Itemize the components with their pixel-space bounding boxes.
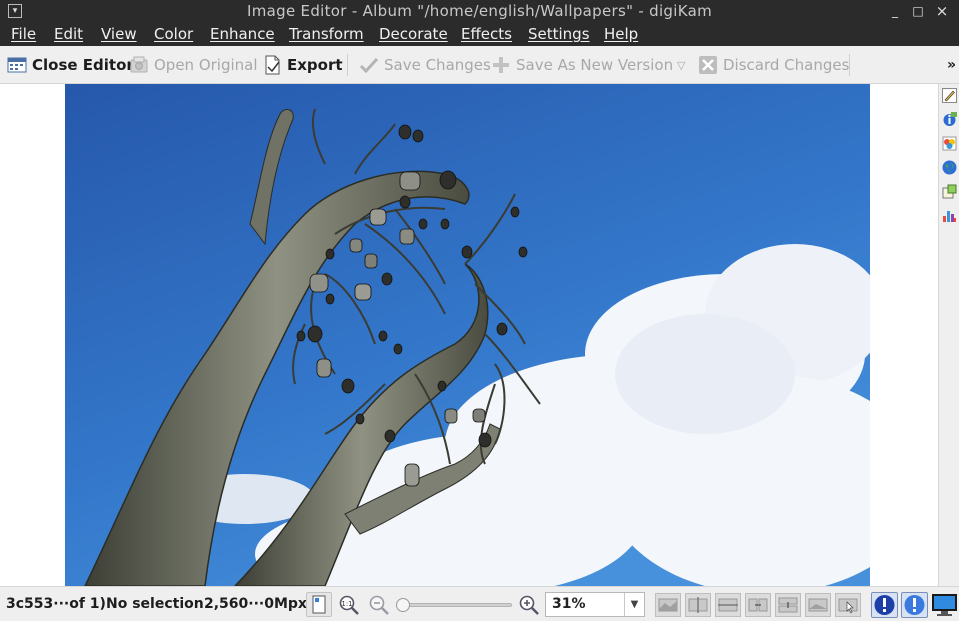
discard-icon <box>698 55 718 75</box>
status-filename: 3c553···of 1) <box>6 596 106 612</box>
menu-decorate[interactable]: Decorate <box>379 25 448 43</box>
save-as-dropdown-arrow[interactable]: ▽ <box>677 46 685 84</box>
menu-bar: File Edit View Color Enhance Transform D… <box>0 22 959 46</box>
menu-help[interactable]: Help <box>604 25 638 43</box>
metadata-icon[interactable] <box>942 112 957 127</box>
discard-changes-button[interactable]: Discard Changes <box>698 46 849 84</box>
save-changes-label: Save Changes <box>384 56 491 74</box>
menu-effects[interactable]: Effects <box>461 25 512 43</box>
status-bar: 3c553···of 1) No selection 2,560···0Mpx)… <box>0 586 959 621</box>
save-changes-button[interactable]: Save Changes <box>359 46 491 84</box>
chevron-down-icon[interactable]: ▼ <box>624 593 644 616</box>
toolbar-separator <box>347 54 348 76</box>
zoom-level-combobox[interactable]: 31% ▼ <box>545 592 645 617</box>
menu-enhance[interactable]: Enhance <box>210 25 275 43</box>
maximize-button[interactable]: □ <box>911 4 925 18</box>
color-tools-icon[interactable] <box>942 136 957 151</box>
menu-transform[interactable]: Transform <box>289 25 364 43</box>
split-vertical-button[interactable] <box>685 593 711 617</box>
status-image-size: 2,560···0Mpx) <box>204 596 314 612</box>
image-canvas[interactable] <box>0 84 938 586</box>
globe-icon[interactable] <box>942 160 957 175</box>
under-exposure-button[interactable] <box>871 592 898 618</box>
tags-icon[interactable] <box>942 184 957 199</box>
pencil-tool-icon[interactable] <box>942 88 957 103</box>
main-toolbar: Close Editor Open Original Export Save C… <box>0 46 959 84</box>
view-original-button[interactable] <box>655 593 681 617</box>
over-exposure-button[interactable] <box>901 592 928 618</box>
window-title: Image Editor - Album "/home/english/Wall… <box>247 2 712 20</box>
zoom-level-value: 31% <box>552 596 586 612</box>
toolbar-separator <box>849 54 850 76</box>
save-as-new-version-label: Save As New Version <box>516 56 674 74</box>
zoom-slider-handle[interactable] <box>396 598 410 612</box>
under-exposure-indicator-button[interactable] <box>306 592 332 617</box>
compare-cursor-button[interactable] <box>835 593 861 617</box>
split-horizontal-button[interactable] <box>715 593 741 617</box>
side-by-side-vertical-button[interactable] <box>745 593 771 617</box>
menu-settings[interactable]: Settings <box>528 25 590 43</box>
svg-text:1:1: 1:1 <box>341 600 352 608</box>
close-editor-button[interactable]: Close Editor <box>7 46 134 84</box>
plus-icon <box>491 55 511 75</box>
zoom-fit-icon[interactable]: 1:1 <box>338 594 360 616</box>
zoom-in-icon[interactable] <box>518 594 540 616</box>
zoom-out-icon[interactable] <box>368 594 390 616</box>
close-window-button[interactable]: × <box>935 4 949 19</box>
zoom-slider[interactable] <box>396 598 512 612</box>
side-by-side-horizontal-button[interactable] <box>775 593 801 617</box>
chevron-down-icon: ▽ <box>677 58 686 72</box>
toolbar-overflow-button[interactable]: » <box>947 46 956 84</box>
checkmark-icon <box>359 55 379 75</box>
histogram-icon[interactable] <box>942 208 957 223</box>
status-selection: No selection <box>106 596 204 612</box>
open-original-label: Open Original <box>154 56 258 74</box>
open-original-icon <box>129 55 149 75</box>
minimize-button[interactable]: _ <box>888 4 902 18</box>
menu-view[interactable]: View <box>101 25 137 43</box>
open-original-button[interactable]: Open Original <box>129 46 258 84</box>
discard-changes-label: Discard Changes <box>723 56 850 74</box>
menu-edit[interactable]: Edit <box>54 25 83 43</box>
export-label: Export <box>287 56 343 74</box>
menu-file[interactable]: File <box>11 25 36 43</box>
export-icon <box>262 55 282 75</box>
close-editor-label: Close Editor <box>32 56 134 74</box>
close-editor-icon <box>7 55 27 75</box>
edited-photo <box>65 84 870 586</box>
monitor-color-profile-icon[interactable] <box>931 592 958 618</box>
save-as-new-version-button[interactable]: Save As New Version <box>491 46 673 84</box>
right-sidebar <box>938 84 959 586</box>
export-button[interactable]: Export <box>262 46 343 84</box>
title-bar: ▾ Image Editor - Album "/home/english/Wa… <box>0 0 959 22</box>
target-preview-button[interactable] <box>805 593 831 617</box>
menu-color[interactable]: Color <box>154 25 193 43</box>
